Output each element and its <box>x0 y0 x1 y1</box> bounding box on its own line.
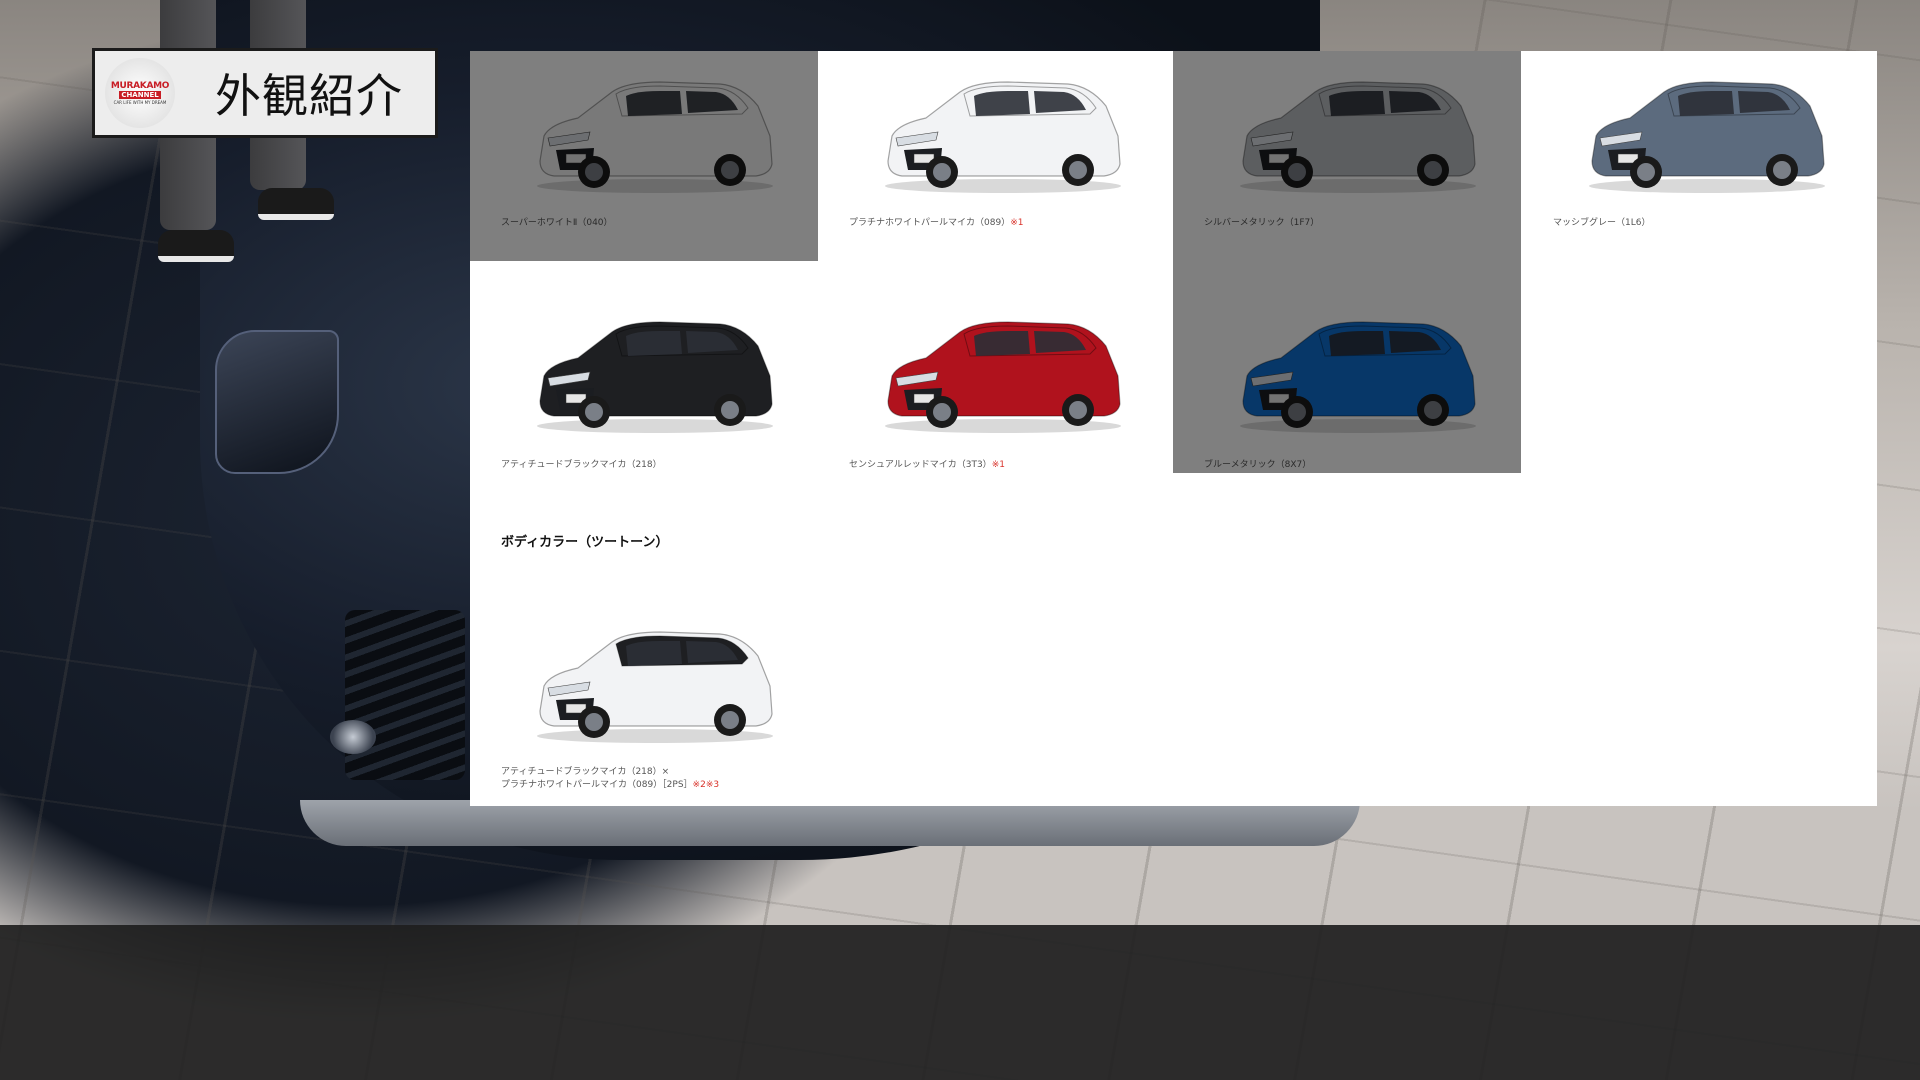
color-note: ※1 <box>1010 218 1024 228</box>
color-label: アティチュードブラックマイカ（218） <box>501 460 662 470</box>
car-grille <box>345 610 465 780</box>
color-tile-massive-grey[interactable]: マッシブグレー（1L6） <box>1522 51 1870 261</box>
car-image <box>885 321 1121 433</box>
twotone-label-line1: アティチュードブラックマイカ（218）× <box>501 767 670 777</box>
body-color-panel: スーパーホワイトⅡ（040） プラチナホワイトパールマイカ（089）※1 シルバ… <box>470 51 1877 806</box>
color-tile-attitude-black[interactable]: アティチュードブラックマイカ（218） <box>470 261 818 471</box>
twotone-label-line2: プラチナホワイトパールマイカ（089）［2PS］ <box>501 780 693 790</box>
page-title: 外観紹介 <box>215 69 403 123</box>
title-badge: MURAKAMO CHANNEL CAR LIFE WITH MY DREAM … <box>92 48 438 138</box>
car-image <box>537 631 773 743</box>
car-image <box>537 81 773 193</box>
color-tile-sensual-red[interactable]: センシュアルレッドマイカ（3T3）※1 <box>818 261 1166 471</box>
person-shoe-left <box>158 230 234 262</box>
color-tile-silver-metallic[interactable]: シルバーメタリック（1F7） <box>1173 51 1521 261</box>
channel-logo: MURAKAMO CHANNEL CAR LIFE WITH MY DREAM <box>105 58 175 128</box>
color-tile-twotone[interactable]: アティチュードブラックマイカ（218）× プラチナホワイトパールマイカ（089）… <box>470 571 818 801</box>
car-bumper <box>300 800 1360 846</box>
car-headlight <box>215 330 339 474</box>
color-tile-super-white[interactable]: スーパーホワイトⅡ（040） <box>470 51 818 261</box>
logo-sub: CHANNEL <box>119 91 161 99</box>
color-tile-blue-metallic[interactable]: ブルーメタリック（8X7） <box>1173 261 1521 473</box>
logo-tagline: CAR LIFE WITH MY DREAM <box>113 100 167 105</box>
car-image <box>885 81 1121 193</box>
car-image <box>1589 81 1825 193</box>
car-image <box>537 321 773 433</box>
twotone-note: ※2※3 <box>692 780 720 790</box>
color-label: プラチナホワイトパールマイカ（089） <box>849 218 1011 228</box>
car-image <box>1240 321 1476 433</box>
bottom-caption-band <box>0 925 1920 1080</box>
color-note: ※1 <box>991 460 1005 470</box>
person-shoe-right <box>258 188 334 220</box>
color-label: マッシブグレー（1L6） <box>1553 218 1651 228</box>
color-label: センシュアルレッドマイカ（3T3） <box>849 460 992 470</box>
color-label: シルバーメタリック（1F7） <box>1204 218 1320 228</box>
color-tile-platinum-white-pearl[interactable]: プラチナホワイトパールマイカ（089）※1 <box>818 51 1166 261</box>
car-image <box>1240 81 1476 193</box>
section-heading-twotone: ボディカラー（ツートーン） <box>501 535 669 550</box>
color-label: ブルーメタリック（8X7） <box>1204 460 1312 470</box>
logo-name: MURAKAMO <box>110 81 170 91</box>
car-foglight <box>330 720 376 754</box>
color-label: スーパーホワイトⅡ（040） <box>501 218 613 228</box>
